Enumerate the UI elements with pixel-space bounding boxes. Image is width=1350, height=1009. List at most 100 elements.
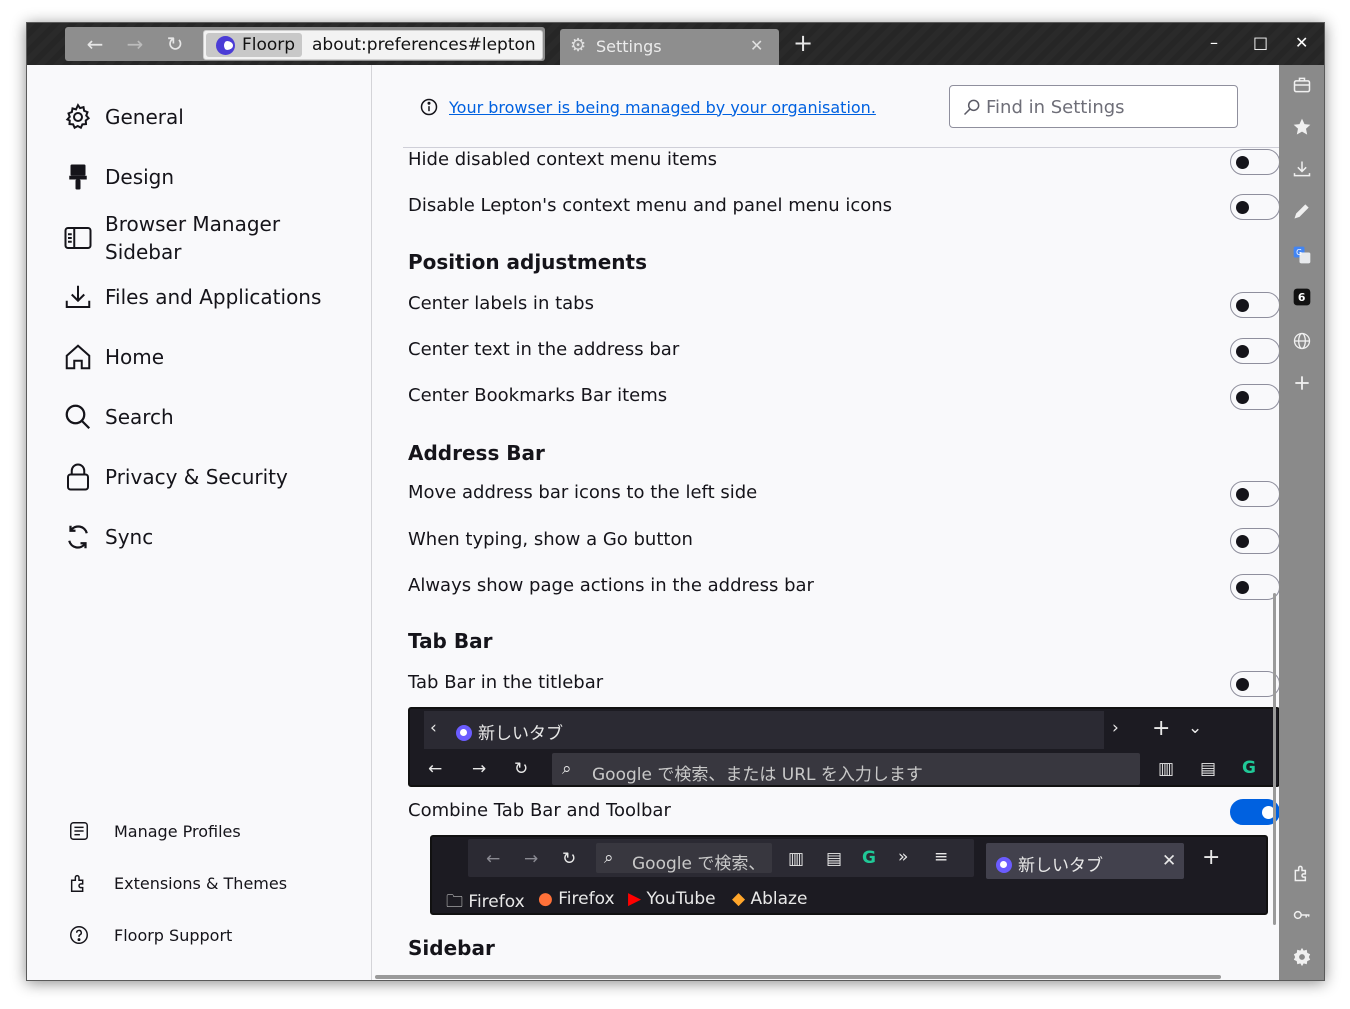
search-box[interactable] [949,85,1238,128]
identity-box[interactable]: Floorp [206,33,302,57]
center-bookmarks-toggle[interactable] [1230,384,1279,410]
sidebar-icon [63,223,93,253]
sidebar-toggle-icon: ▤ [826,849,843,869]
center-tabs-label: Center labels in tabs [408,293,594,314]
footer-label: Manage Profiles [114,821,241,841]
category-browser-manager-sidebar[interactable]: Browser Manager Sidebar [63,208,295,268]
address-bar[interactable]: Floorp about:preferences#lepton [203,30,543,60]
downloads-icon[interactable] [1290,157,1314,181]
url-text[interactable]: about:preferences#lepton [312,34,536,56]
toolbox-icon[interactable] [1290,73,1314,97]
titlebar: ← → ↻ Floorp about:preferences#lepton ⚙ … [27,23,1324,65]
sidebar-toggle-icon: ▤ [1200,759,1217,779]
chevron-right-icon: › [1112,718,1119,738]
vertical-scrollbar[interactable] [1273,593,1276,925]
category-home[interactable]: Home [63,337,164,377]
category-label: Sync [105,525,154,549]
puzzle-icon [67,871,91,895]
preview-tab-title: 新しいタブ [1018,856,1103,876]
policy-link[interactable]: Your browser is being managed by your or… [449,98,876,117]
sidebar-heading: Sidebar [408,936,495,960]
globe-icon[interactable] [1290,329,1314,353]
bookmark-label: Ablaze [750,889,808,909]
sync-icon [63,522,93,552]
category-design[interactable]: Design [63,157,174,197]
bookmark-folder: 🗀 Firefox [446,889,525,913]
back-button[interactable]: ← [83,33,107,55]
translate-icon[interactable]: G [1290,243,1314,267]
ablaze-icon: ◆ [732,889,751,909]
preview-tab-title: 新しいタブ [478,724,563,744]
svg-text:6: 6 [1298,291,1306,304]
close-window-button[interactable]: ✕ [1295,33,1308,52]
go-button-toggle[interactable] [1230,528,1279,554]
web-panel-icon[interactable]: 6 [1290,285,1314,309]
tabbar-titlebar-toggle[interactable] [1230,671,1279,697]
address-bar-heading: Address Bar [408,441,545,465]
header-divider [403,147,1279,148]
puzzle-icon[interactable] [1290,861,1314,885]
preview-url-bar: ⌕ Google で検索、 [596,843,772,874]
extensions-themes-link[interactable]: Extensions & Themes [67,869,287,897]
toggle-knob [1236,488,1249,501]
forward-button[interactable]: → [123,33,147,55]
combine-tabbar-toggle[interactable] [1230,799,1279,825]
search-input[interactable] [986,94,1226,120]
add-panel-icon[interactable] [1290,371,1314,395]
horizontal-scrollbar[interactable] [375,975,1221,979]
center-bookmarks-label: Center Bookmarks Bar items [408,385,668,406]
forward-arrow-icon: → [524,849,539,869]
category-label: Home [105,345,165,369]
bookmark-firefox: ● Firefox [538,889,615,909]
preview-url-placeholder: Google で検索、または URL を入力します [592,765,923,785]
floorp-support-link[interactable]: Floorp Support [67,921,232,949]
maximize-button[interactable]: □ [1253,33,1268,52]
page-actions-toggle[interactable] [1230,574,1279,600]
reload-icon: ↻ [562,849,577,869]
gear-icon [63,102,93,132]
info-icon [419,97,439,117]
overflow-icon: » [898,847,909,867]
preview-url-placeholder: Google で検索、 [632,854,766,874]
home-icon [63,342,93,372]
settings-gear-icon[interactable] [1290,945,1314,969]
toggle-knob [1236,391,1249,404]
nav-toolbar: ← → ↻ Floorp about:preferences#lepton [65,27,545,61]
move-icons-toggle[interactable] [1230,481,1279,507]
chevron-down-icon: ⌄ [1188,718,1203,738]
move-icons-label: Move address bar icons to the left side [408,482,758,503]
pencil-icon[interactable] [1290,199,1314,223]
profile-icon [67,819,91,843]
preview-tab: 新しいタブ [456,719,563,744]
forward-arrow-icon: → [472,759,487,779]
reload-button[interactable]: ↻ [163,33,187,55]
category-files-and-applications[interactable]: Files and Applications [63,277,321,317]
key-icon[interactable] [1290,903,1314,927]
category-sidebar: General Design Browser Manager Sidebar F… [27,65,372,980]
bookmark-label: Firefox [558,889,615,909]
preview-tab-content: 新しいタブ [996,851,1103,876]
center-address-toggle[interactable] [1230,338,1279,364]
hide-disabled-toggle[interactable] [1230,149,1279,175]
disable-icons-toggle[interactable] [1230,194,1279,220]
plus-icon: + [1202,845,1221,870]
floorp-logo-icon [456,725,472,741]
help-icon [67,923,91,947]
search-icon [962,97,982,117]
back-arrow-icon: ← [428,759,443,779]
category-general[interactable]: General [63,97,184,137]
center-tabs-toggle[interactable] [1230,292,1279,318]
tab-settings[interactable]: ⚙ Settings ✕ [560,29,779,65]
toggle-knob [1236,156,1249,169]
manage-profiles-link[interactable]: Manage Profiles [67,817,241,845]
category-privacy-security[interactable]: Privacy & Security [63,457,288,497]
close-tab-button[interactable]: ✕ [750,36,763,55]
bookmarks-star-icon[interactable] [1290,115,1314,139]
toggle-knob [1236,678,1249,691]
category-search[interactable]: Search [63,397,174,437]
disable-icons-label: Disable Lepton's context menu and panel … [408,195,893,216]
new-tab-button[interactable]: + [793,29,813,57]
toggle-knob [1236,581,1249,594]
category-sync[interactable]: Sync [63,517,153,557]
minimize-button[interactable]: – [1210,33,1218,52]
